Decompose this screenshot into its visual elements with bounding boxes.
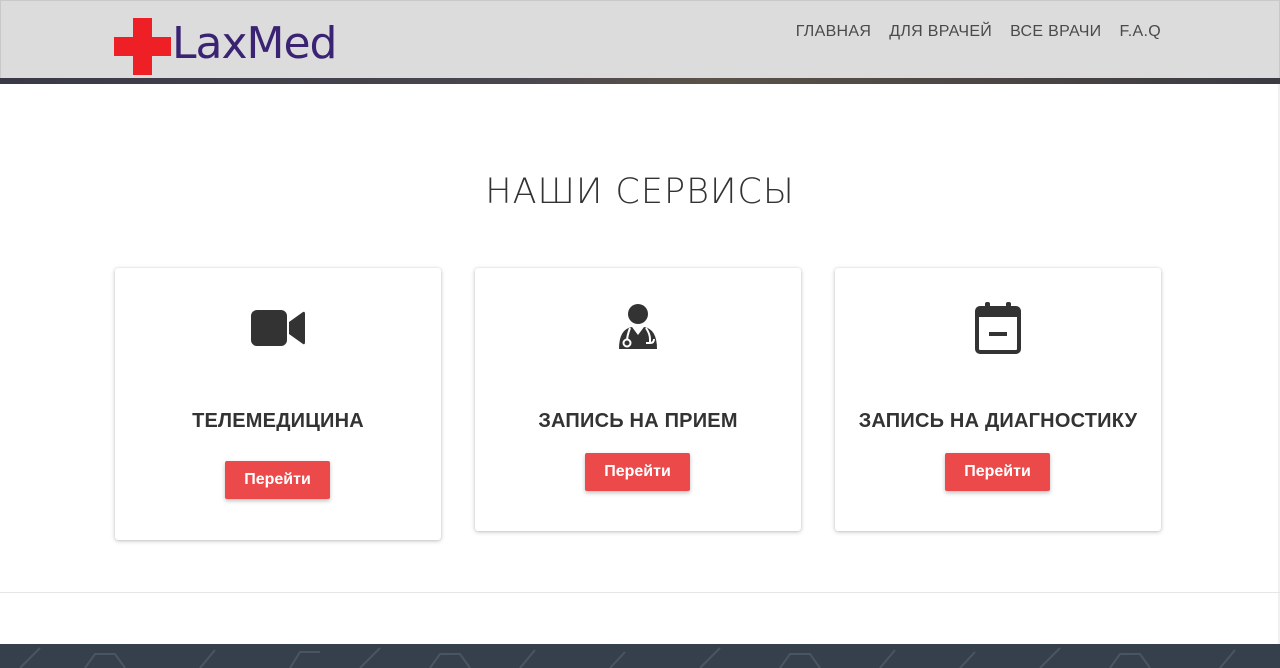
video-camera-icon	[115, 308, 441, 348]
nav-item-home[interactable]: ГЛАВНАЯ	[796, 23, 872, 41]
service-card-telemedicine: ТЕЛЕМЕДИЦИНА Перейти	[115, 268, 441, 540]
card-title: ЗАПИСЬ НА ДИАГНОСТИКУ	[858, 410, 1138, 432]
header-banner-strip	[0, 78, 1280, 84]
logo[interactable]: LaxMed	[114, 17, 337, 75]
doctor-icon	[475, 303, 801, 351]
go-button[interactable]: Перейти	[945, 453, 1050, 491]
service-card-diagnostics: ЗАПИСЬ НА ДИАГНОСТИКУ Перейти	[835, 268, 1161, 531]
nav-item-for-doctors[interactable]: ДЛЯ ВРАЧЕЙ	[889, 23, 992, 41]
nav-item-faq[interactable]: F.A.Q	[1119, 23, 1161, 41]
red-cross-icon	[114, 17, 171, 75]
footer-pattern	[19, 647, 1236, 668]
card-title: ТЕЛЕМЕДИЦИНА	[192, 410, 364, 432]
site-footer	[0, 644, 1280, 668]
main-nav: ГЛАВНАЯ ДЛЯ ВРАЧЕЙ ВСЕ ВРАЧИ F.A.Q	[796, 23, 1161, 41]
calendar-icon	[835, 301, 1161, 355]
nav-item-all-doctors[interactable]: ВСЕ ВРАЧИ	[1010, 23, 1101, 41]
service-card-appointment: ЗАПИСЬ НА ПРИЕМ Перейти	[475, 268, 801, 531]
site-header: LaxMed ГЛАВНАЯ ДЛЯ ВРАЧЕЙ ВСЕ ВРАЧИ F.A.…	[0, 0, 1280, 79]
logo-text: LaxMed	[172, 18, 337, 69]
section-divider	[0, 592, 1280, 593]
card-title: ЗАПИСЬ НА ПРИЕМ	[538, 410, 738, 432]
page: LaxMed ГЛАВНАЯ ДЛЯ ВРАЧЕЙ ВСЕ ВРАЧИ F.A.…	[0, 0, 1280, 668]
section-title: НАШИ СЕРВИСЫ	[485, 172, 795, 212]
go-button[interactable]: Перейти	[585, 453, 690, 491]
go-button[interactable]: Перейти	[225, 461, 330, 499]
